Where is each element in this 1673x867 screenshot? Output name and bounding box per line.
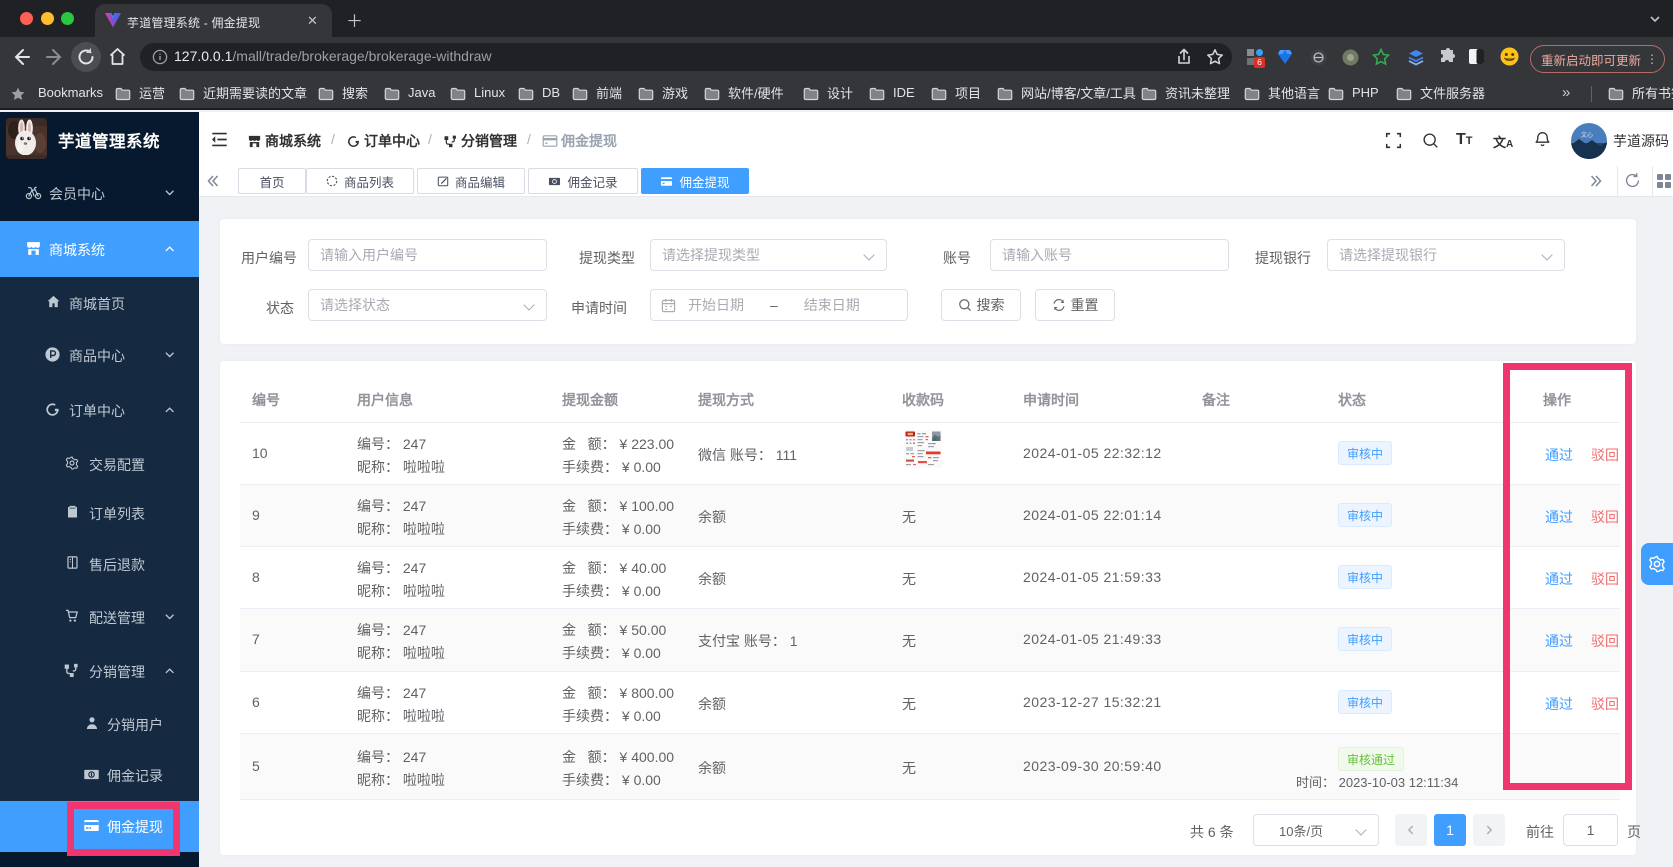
svg-text:文心: 文心 [1581, 131, 1593, 139]
